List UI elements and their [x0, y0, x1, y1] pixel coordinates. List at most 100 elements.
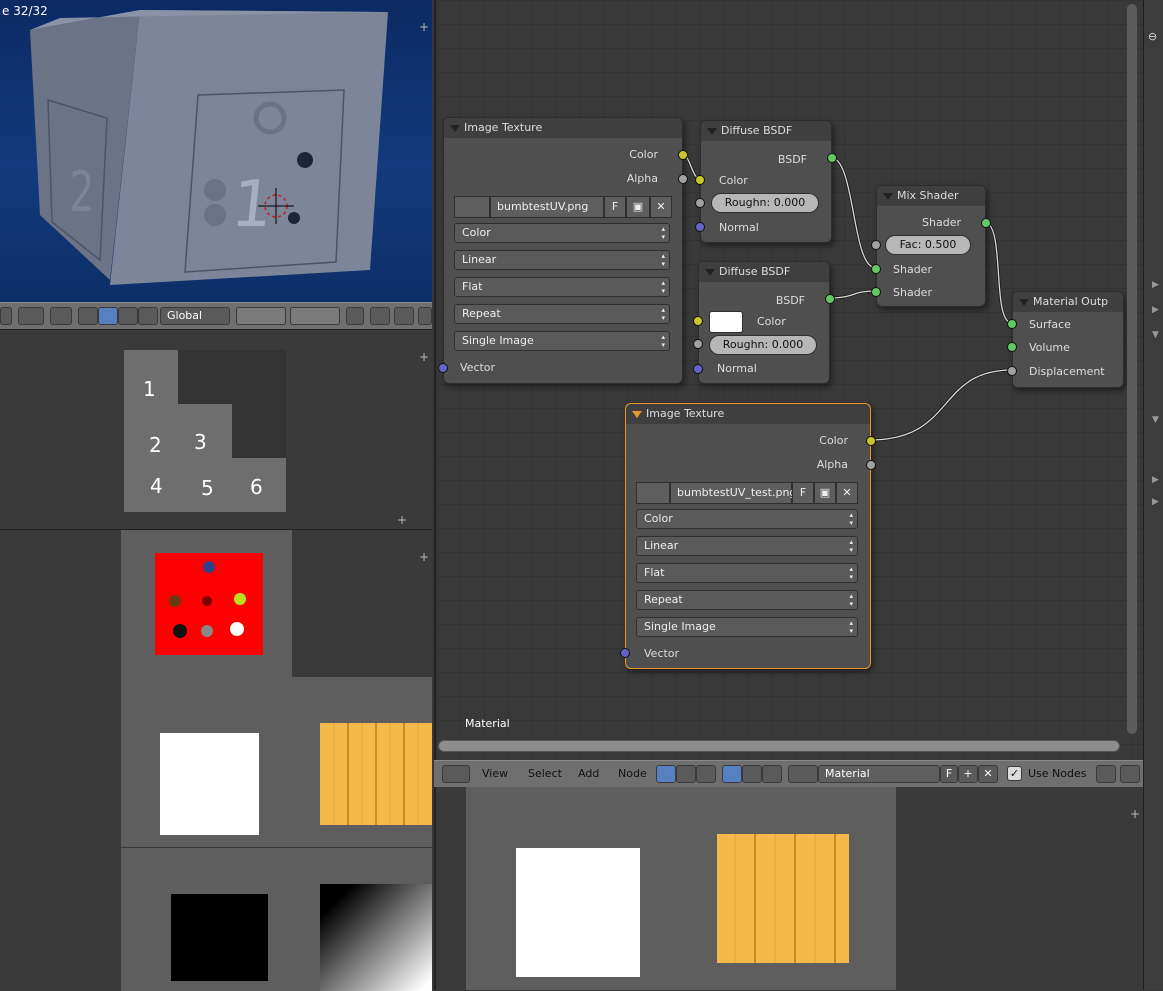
image-texture-node-active[interactable]: Image Texture Color Alpha bumbtestUV_tes… — [620, 403, 876, 669]
texture-preview-panel[interactable]: + — [434, 787, 1145, 990]
pivot-button[interactable] — [50, 307, 72, 325]
source-select[interactable]: Single Image — [636, 617, 858, 637]
mix-shader-node[interactable]: Mix Shader Shader Fac: 0.500 Shader Shad… — [871, 185, 991, 307]
expand-icon[interactable]: ▶ — [1152, 475, 1159, 485]
roughness-socket[interactable] — [695, 198, 705, 208]
thumb-cell[interactable] — [121, 848, 292, 991]
alpha-socket[interactable] — [678, 174, 688, 184]
image-selector[interactable]: bumbtestUV_test.png F ▣ ✕ — [636, 482, 858, 504]
node-header[interactable]: Diffuse BSDF — [699, 262, 829, 282]
area-plus-icon[interactable]: + — [419, 350, 429, 364]
thumb-cell[interactable] — [121, 677, 292, 847]
use-nodes-checkbox[interactable]: ✓ — [1007, 766, 1022, 781]
projection-select[interactable]: Flat — [454, 277, 670, 297]
texture-thumbnails-panel[interactable]: + — [0, 529, 432, 991]
surface-socket[interactable] — [1007, 319, 1017, 329]
alpha-socket[interactable] — [866, 460, 876, 470]
proportional-edit-icon[interactable] — [370, 307, 390, 325]
scale-icon[interactable] — [138, 307, 158, 325]
fake-user-button[interactable]: F — [940, 765, 958, 783]
source-select[interactable]: Single Image — [454, 331, 670, 351]
fac-socket[interactable] — [871, 240, 881, 250]
parent-icon[interactable] — [1120, 765, 1140, 783]
node-header[interactable]: Material Outp — [1013, 292, 1123, 312]
node-header[interactable]: Image Texture — [626, 404, 870, 424]
displacement-socket[interactable] — [1007, 366, 1017, 376]
collapse-icon[interactable] — [632, 411, 642, 418]
normal-socket[interactable] — [695, 222, 705, 232]
shader-input-socket[interactable] — [871, 287, 881, 297]
object-icon[interactable] — [722, 765, 742, 783]
open-folder-icon[interactable]: ▣ — [626, 196, 650, 218]
color-space-select[interactable]: Color — [636, 509, 858, 529]
fake-user-button[interactable]: F — [604, 196, 626, 218]
normal-socket[interactable] — [693, 364, 703, 374]
image-name-field[interactable]: bumbtestUV_test.png — [670, 482, 796, 504]
image-browse-icon[interactable] — [636, 482, 670, 504]
thumb-cell[interactable] — [680, 787, 896, 990]
expand-icon[interactable]: ▼ — [1152, 415, 1159, 425]
expand-icon[interactable]: ▶ — [1152, 305, 1159, 315]
shader-input-socket[interactable] — [871, 264, 881, 274]
bsdf-socket[interactable] — [825, 294, 835, 304]
texture-nodes-icon[interactable] — [696, 765, 716, 783]
3d-viewport[interactable]: e 32/32 1 2 + — [0, 0, 432, 302]
roughness-field[interactable]: Roughn: 0.000 — [709, 335, 817, 355]
lock-camera-icon[interactable] — [346, 307, 364, 325]
rotate-icon[interactable] — [118, 307, 138, 325]
menu-add[interactable]: Add — [578, 767, 599, 780]
node-editor[interactable]: Image Texture Color Alpha bumbtestUV.png… — [434, 0, 1145, 760]
area-plus-icon[interactable]: + — [419, 550, 429, 564]
volume-socket[interactable] — [1007, 342, 1017, 352]
vector-socket[interactable] — [620, 648, 630, 658]
close-icon[interactable]: ✕ — [650, 196, 672, 218]
compositing-nodes-icon[interactable] — [676, 765, 696, 783]
manipulator-icon[interactable] — [78, 307, 98, 325]
diffuse-bsdf-node[interactable]: Diffuse BSDF BSDF Color Roughn: 0.000 No… — [695, 120, 837, 243]
editor-type-button[interactable] — [0, 307, 12, 325]
snap-icon[interactable] — [394, 307, 414, 325]
collapse-icon[interactable] — [707, 128, 717, 135]
menu-node[interactable]: Node — [618, 767, 647, 780]
node-header[interactable]: Diffuse BSDF — [701, 121, 831, 141]
expand-icon[interactable]: ▼ — [1152, 330, 1159, 340]
material-name-field[interactable]: Material — [818, 765, 940, 783]
layers-grid-2[interactable] — [290, 307, 340, 325]
vertical-scrollbar[interactable] — [1127, 4, 1137, 734]
shader-nodes-icon[interactable] — [656, 765, 676, 783]
vector-socket[interactable] — [438, 363, 448, 373]
editor-type-button[interactable] — [442, 765, 470, 783]
expand-icon[interactable]: ▶ — [1152, 280, 1159, 290]
color-socket[interactable] — [678, 150, 688, 160]
color-input-socket[interactable] — [695, 175, 705, 185]
thumb-cell[interactable] — [121, 530, 292, 677]
menu-view[interactable]: View — [482, 767, 508, 780]
pin-icon[interactable] — [1096, 765, 1116, 783]
area-plus-icon[interactable]: + — [1130, 807, 1140, 821]
add-material-icon[interactable]: + — [958, 765, 978, 783]
projection-select[interactable]: Flat — [636, 563, 858, 583]
thumb-cell[interactable] — [292, 848, 432, 991]
collapse-icon[interactable]: ⊖ — [1148, 30, 1157, 43]
collapse-icon[interactable] — [705, 269, 715, 276]
open-folder-icon[interactable]: ▣ — [814, 482, 836, 504]
image-selector[interactable]: bumbtestUV.png F ▣ ✕ — [454, 196, 672, 218]
shading-button[interactable] — [18, 307, 44, 325]
world-icon[interactable] — [742, 765, 762, 783]
area-plus-icon[interactable]: + — [419, 20, 429, 34]
uv-image-panel[interactable]: 1 2 3 4 5 6 + + — [0, 329, 432, 528]
diffuse-bsdf-node[interactable]: Diffuse BSDF BSDF Color Roughn: 0.000 No… — [693, 261, 835, 384]
interpolation-select[interactable]: Linear — [636, 536, 858, 556]
collapse-icon[interactable] — [450, 125, 460, 132]
node-header[interactable]: Mix Shader — [877, 186, 985, 206]
shader-output-socket[interactable] — [981, 218, 991, 228]
collapse-icon[interactable] — [883, 193, 893, 200]
image-texture-node[interactable]: Image Texture Color Alpha bumbtestUV.png… — [438, 117, 688, 384]
collapse-icon[interactable] — [1019, 299, 1029, 306]
horizontal-scrollbar[interactable] — [438, 740, 1120, 752]
translate-icon[interactable] — [98, 307, 118, 325]
menu-select[interactable]: Select — [528, 767, 562, 780]
color-swatch[interactable] — [709, 311, 743, 333]
bsdf-socket[interactable] — [827, 153, 837, 163]
image-browse-icon[interactable] — [454, 196, 490, 218]
